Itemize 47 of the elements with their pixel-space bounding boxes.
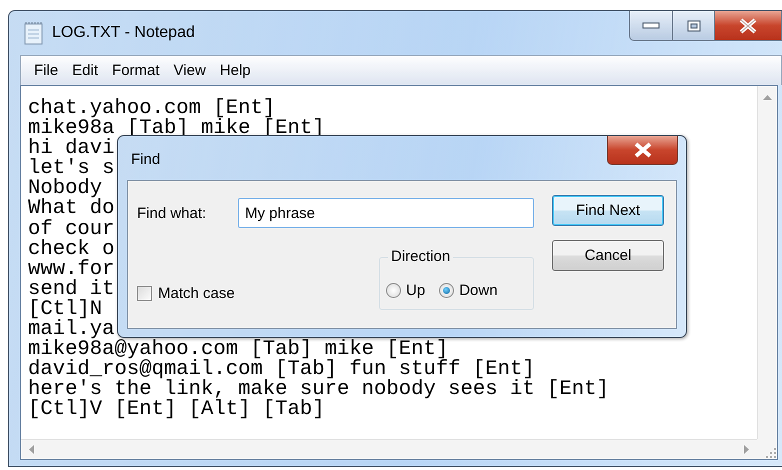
radio-button[interactable]: [386, 283, 401, 298]
resize-grip-icon: [765, 447, 777, 459]
match-case-checkbox[interactable]: [137, 286, 152, 301]
match-case-label: Match case: [158, 285, 235, 302]
text-line: [Ctl]N: [28, 300, 102, 320]
text-line: of cour: [28, 220, 115, 240]
maximize-icon: [686, 20, 700, 32]
minimize-icon: [642, 22, 660, 30]
close-button[interactable]: [715, 11, 782, 41]
scroll-left-icon: [29, 445, 34, 454]
text-line: www.for: [28, 260, 115, 280]
find-what-label: Find what:: [137, 204, 208, 222]
text-line: david_ros@qmail.com [Tab] fun stuff [Ent]: [28, 360, 535, 380]
close-button[interactable]: [607, 136, 678, 165]
text-line: send it: [28, 280, 115, 300]
menu-item[interactable]: View: [166, 60, 213, 81]
maximize-button[interactable]: [673, 11, 715, 41]
dialog-title: Find: [130, 150, 160, 168]
close-icon: [632, 142, 652, 158]
menu-item[interactable]: Format: [105, 60, 167, 81]
scroll-right-icon: [744, 445, 749, 454]
find-what-field[interactable]: My phrase: [238, 198, 534, 228]
scroll-up-icon: [763, 95, 772, 100]
menu-item[interactable]: Help: [212, 60, 258, 81]
text-line: mike98a@yahoo.com [Tab] mike [Ent]: [28, 340, 448, 360]
menu-item[interactable]: Edit: [65, 60, 106, 81]
radio-label: Up: [406, 282, 426, 299]
radio-label: Down: [459, 282, 498, 299]
vertical-scrollbar[interactable]: [757, 86, 777, 439]
text-line: let's s: [28, 159, 115, 180]
radio-button[interactable]: [439, 283, 454, 298]
close-icon: [738, 18, 758, 34]
text-line: What do: [28, 199, 115, 220]
text-line: check o: [28, 240, 115, 260]
text-line: [Ctl]V [Ent] [Alt] [Tab]: [28, 400, 325, 420]
horizontal-scrollbar[interactable]: [21, 439, 757, 459]
window-title: LOG.TXT - Notepad: [52, 24, 195, 42]
text-line: Nobody: [28, 179, 102, 200]
text-line: here's the link, make sure nobody sees it [Ent]: [28, 380, 609, 400]
text-line: chat.yahoo.com [Ent]: [28, 99, 276, 120]
menu-item[interactable]: File: [27, 60, 66, 81]
text-line: mail.ya: [28, 320, 115, 340]
notepad-icon: [22, 21, 44, 45]
dialog-button[interactable]: Cancel: [552, 240, 664, 271]
minimize-button[interactable]: [629, 11, 673, 41]
text-line: hi davi: [28, 139, 115, 160]
dialog-button[interactable]: Find Next: [552, 195, 664, 226]
